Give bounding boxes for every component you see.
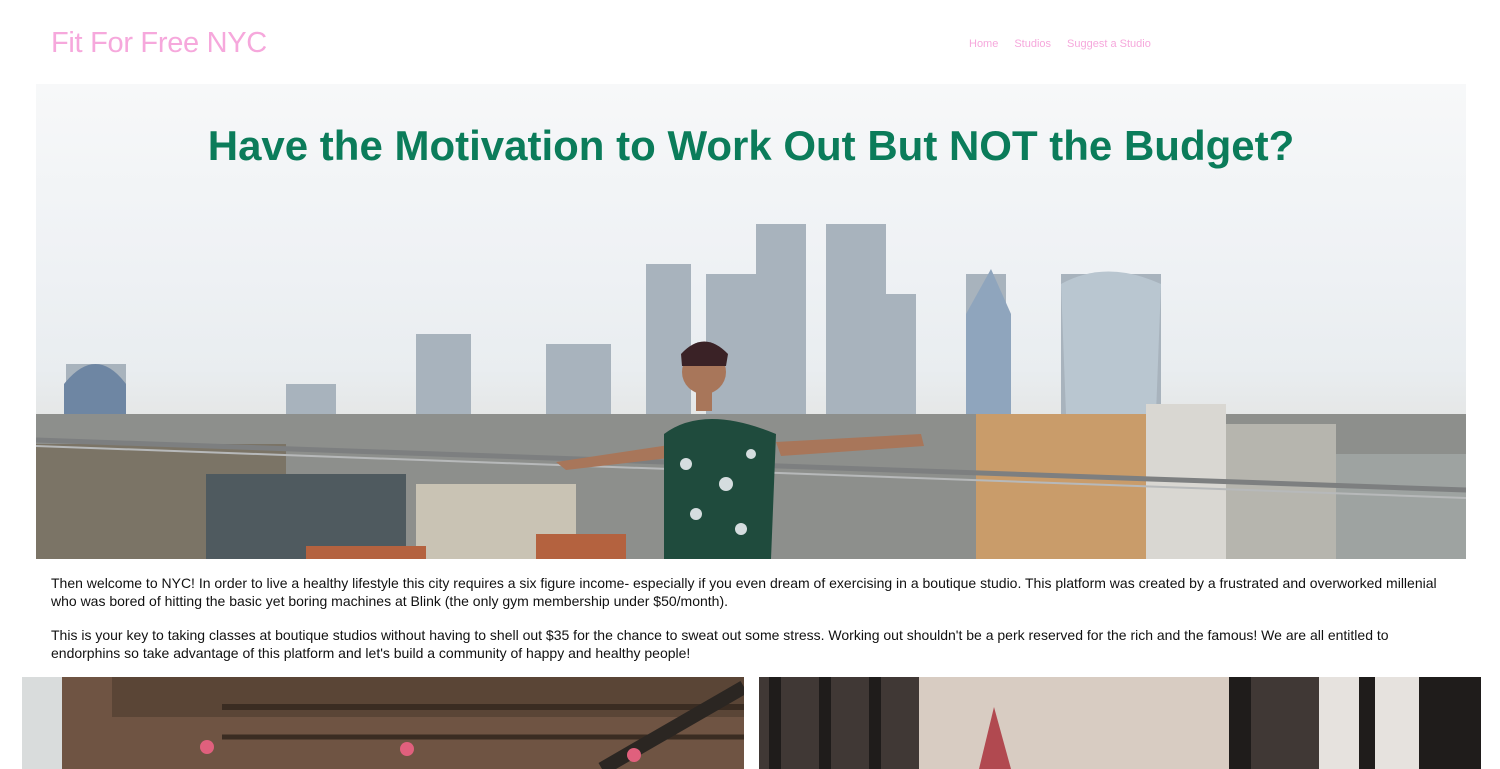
nav-link-suggest-studio[interactable]: Suggest a Studio [1067,38,1151,50]
navbar: Fit For Free NYC Home Studios Suggest a … [0,0,1500,84]
hero-banner: Have the Motivation to Work Out But NOT … [36,84,1466,559]
hero-title: Have the Motivation to Work Out But NOT … [207,122,1295,169]
workout-class-photo [22,677,744,769]
intro-paragraph-2: This is your key to taking classes at bo… [51,627,1389,661]
nav-link-home[interactable]: Home [969,38,998,50]
brand-logo-link[interactable]: Fit For Free NYC [51,27,267,60]
intro-paragraph-1: Then welcome to NYC! In order to live a … [51,575,1437,609]
nav-link-studios[interactable]: Studios [1014,38,1051,50]
nav-menu: Home Studios Suggest a Studio [969,38,1151,50]
intro-section: Then welcome to NYC! In order to live a … [51,574,1451,678]
gym-equipment-photo [759,677,1481,769]
